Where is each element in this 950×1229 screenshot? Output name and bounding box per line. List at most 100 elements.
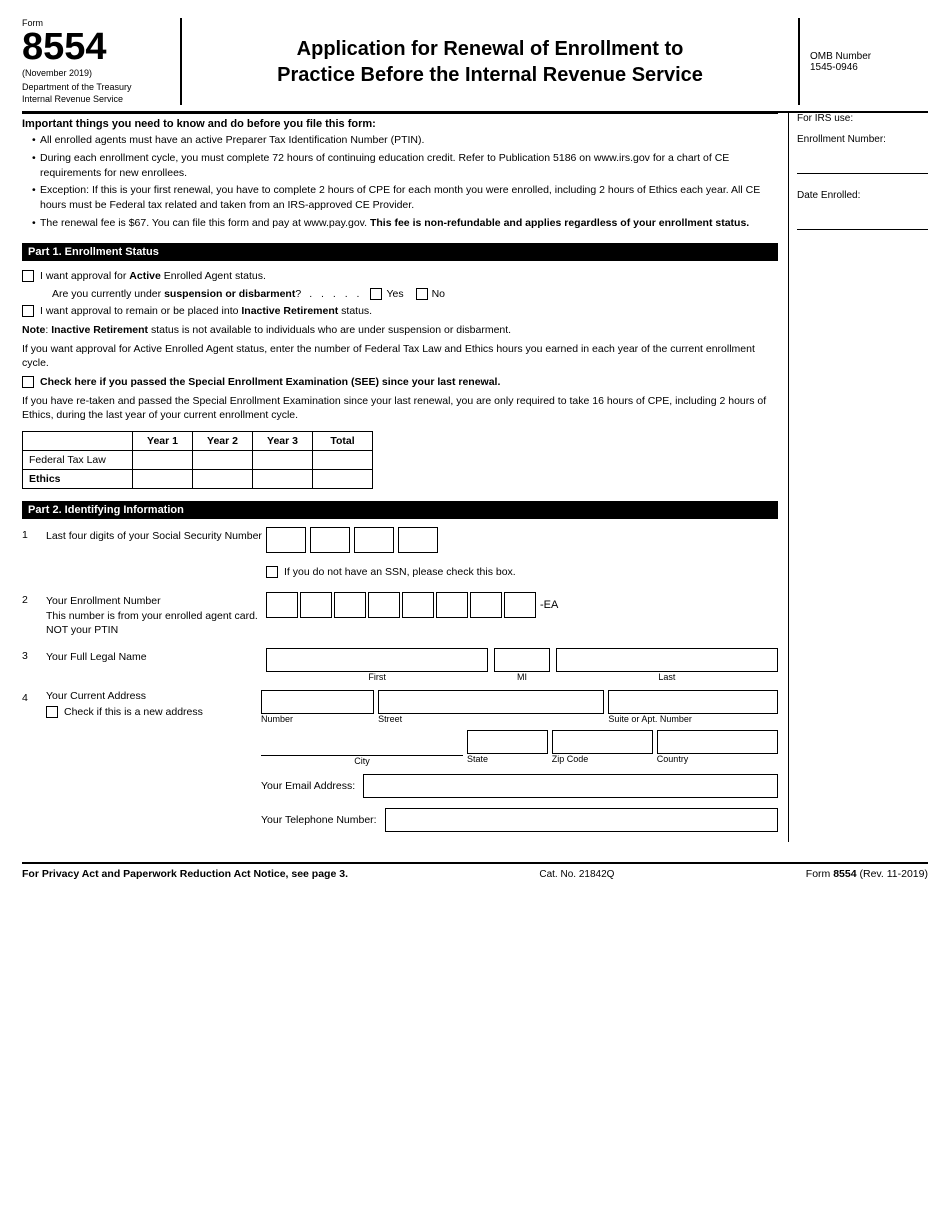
enroll-box-5[interactable] <box>402 592 434 618</box>
table-cell-federal-y2[interactable] <box>193 451 253 470</box>
irs-enrollment-line[interactable] <box>797 173 928 174</box>
irs-date-label: Date Enrolled: <box>797 190 928 201</box>
omb-label: OMB Number <box>810 51 928 62</box>
yes-box: Yes <box>370 287 403 300</box>
field3-inputs: First MI Last <box>266 648 778 684</box>
no-ssn-row: If you do not have an SSN, please check … <box>266 565 778 578</box>
ea-suffix: -EA <box>540 599 558 611</box>
ssn-box-4[interactable] <box>398 527 438 553</box>
phone-input[interactable] <box>385 808 778 832</box>
name-mi-input[interactable] <box>494 648 550 672</box>
enroll-box-1[interactable] <box>266 592 298 618</box>
address-number-group: Number <box>261 690 374 724</box>
table-cell-ethics-y2[interactable] <box>193 470 253 489</box>
address-state-input[interactable] <box>467 730 548 754</box>
form-department: Department of the Treasury Internal Reve… <box>22 82 170 105</box>
table-cell-ethics-total[interactable] <box>313 470 373 489</box>
bullet-item-4: The renewal fee is $67. You can file thi… <box>32 216 778 231</box>
name-first-group: First <box>266 648 488 682</box>
active-checkbox[interactable] <box>22 270 34 282</box>
important-section: Important things you need to know and do… <box>22 113 778 230</box>
enroll-box-6[interactable] <box>436 592 468 618</box>
table-cell-federal-label: Federal Tax Law <box>23 451 133 470</box>
no-ssn-text: If you do not have an SSN, please check … <box>284 566 516 578</box>
enroll-box-4[interactable] <box>368 592 400 618</box>
address-suite-label: Suite or Apt. Number <box>608 714 778 724</box>
field3-number: 3 <box>22 648 46 662</box>
bullet-item-2: During each enrollment cycle, you must c… <box>32 151 778 180</box>
ssn-box-3[interactable] <box>354 527 394 553</box>
table-col-year2: Year 2 <box>193 432 253 451</box>
irs-date-line[interactable] <box>797 229 928 230</box>
field1-row: 1 Last four digits of your Social Securi… <box>22 527 778 561</box>
table-cell-ethics-y1[interactable] <box>133 470 193 489</box>
phone-row: Your Telephone Number: <box>261 808 778 832</box>
new-address-label: Check if this is a new address <box>64 706 203 718</box>
enroll-box-3[interactable] <box>334 592 366 618</box>
enroll-box-2[interactable] <box>300 592 332 618</box>
enroll-number-boxes: -EA <box>266 592 778 618</box>
email-input[interactable] <box>363 774 778 798</box>
address-country-label: Country <box>657 754 778 764</box>
address-street-label: Street <box>378 714 604 724</box>
footer-form-ref: Form 8554 (Rev. 11-2019) <box>806 868 928 880</box>
enroll-box-8[interactable] <box>504 592 536 618</box>
no-checkbox[interactable] <box>416 288 428 300</box>
address-country-group: Country <box>657 730 778 766</box>
address-city-input[interactable] <box>261 730 463 756</box>
table-cell-ethics-y3[interactable] <box>253 470 313 489</box>
omb-area: OMB Number 1545-0946 <box>798 18 928 105</box>
form-number: 8554 <box>22 28 170 66</box>
see-checkbox[interactable] <box>22 376 34 388</box>
form-date: (November 2019) <box>22 68 170 78</box>
table-col-year3: Year 3 <box>253 432 313 451</box>
table-col-total: Total <box>313 432 373 451</box>
active-enrollment-line: I want approval for Active Enrolled Agen… <box>22 269 778 284</box>
footer-cat: Cat. No. 21842Q <box>539 869 614 880</box>
irs-enrollment-label: Enrollment Number: <box>797 134 928 145</box>
new-address-checkbox[interactable] <box>46 706 58 718</box>
name-first-input[interactable] <box>266 648 488 672</box>
name-mi-label: MI <box>494 672 550 682</box>
address-number-input[interactable] <box>261 690 374 714</box>
address-state-group: State <box>467 730 548 766</box>
field2-number: 2 <box>22 592 46 606</box>
address-street-input[interactable] <box>378 690 604 714</box>
address-country-input[interactable] <box>657 730 778 754</box>
cpe-text: If you want approval for Active Enrolled… <box>22 342 778 371</box>
address-inputs: Number Street Suite or Apt. Number <box>261 690 778 726</box>
table-cell-federal-y1[interactable] <box>133 451 193 470</box>
name-last-input[interactable] <box>556 648 778 672</box>
footer-privacy: For Privacy Act and Paperwork Reduction … <box>22 868 348 880</box>
table-cell-federal-y3[interactable] <box>253 451 313 470</box>
table-cell-ethics-label: Ethics <box>23 470 133 489</box>
form-header-left: Form 8554 (November 2019) Department of … <box>22 18 182 105</box>
suspension-line: Are you currently under suspension or di… <box>52 287 778 300</box>
inactive-checkbox[interactable] <box>22 305 34 317</box>
field2-label: Your Enrollment Number This number is fr… <box>46 592 266 638</box>
address-suite-input[interactable] <box>608 690 778 714</box>
footer: For Privacy Act and Paperwork Reduction … <box>22 862 928 880</box>
address-zip-group: Zip Code <box>552 730 653 766</box>
yes-checkbox[interactable] <box>370 288 382 300</box>
table-col-label <box>23 432 133 451</box>
email-row: Your Email Address: <box>261 774 778 798</box>
ssn-box-2[interactable] <box>310 527 350 553</box>
table-row-ethics: Ethics <box>23 470 373 489</box>
address-row2: City State Zip Code Country <box>261 730 778 766</box>
address-state-label: State <box>467 754 548 764</box>
cpe-text2: If you have re-taken and passed the Spec… <box>22 394 778 423</box>
field2-row: 2 Your Enrollment Number This number is … <box>22 592 778 638</box>
ssn-box-1[interactable] <box>266 527 306 553</box>
field4-number: 4 <box>22 690 46 704</box>
see-checkbox-line: Check here if you passed the Special Enr… <box>22 375 778 390</box>
form-title: Application for Renewal of Enrollment to… <box>277 36 703 88</box>
enroll-box-7[interactable] <box>470 592 502 618</box>
name-first-label: First <box>266 672 488 682</box>
table-cell-federal-total[interactable] <box>313 451 373 470</box>
table-row-federal: Federal Tax Law <box>23 451 373 470</box>
address-zip-input[interactable] <box>552 730 653 754</box>
no-ssn-checkbox[interactable] <box>266 566 278 578</box>
address-city-label: City <box>261 756 463 766</box>
ssn-boxes <box>266 527 778 553</box>
